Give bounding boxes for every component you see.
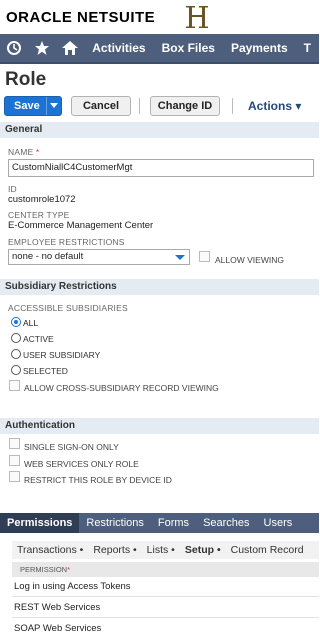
required-marker: * <box>35 147 40 157</box>
nav-payments[interactable]: Payments <box>223 41 296 55</box>
radio-active[interactable] <box>11 333 21 343</box>
name-field[interactable]: CustomNiallC4CustomerMgt <box>8 159 314 177</box>
tab-forms[interactable]: Forms <box>151 513 196 533</box>
single-sign-on-checkbox[interactable] <box>9 438 20 449</box>
radio-selected[interactable] <box>11 365 21 375</box>
web-services-only-label: WEB SERVICES ONLY ROLE <box>24 459 139 469</box>
authentication-section-header[interactable]: Authentication <box>0 418 319 434</box>
employee-restrictions-value: none - no default <box>12 251 84 262</box>
page-title: Role <box>5 69 47 90</box>
row-divider <box>12 617 319 618</box>
web-services-only-checkbox[interactable] <box>9 455 20 466</box>
employee-restrictions-select[interactable]: none - no default <box>8 249 190 265</box>
chevron-down-icon <box>175 255 185 260</box>
change-id-button[interactable]: Change ID <box>150 96 220 116</box>
cancel-button[interactable]: Cancel <box>71 96 131 116</box>
subsidiary-section-header[interactable]: Subsidiary Restrictions <box>0 279 319 295</box>
radio-active-label: ACTIVE <box>23 334 54 344</box>
table-row[interactable]: Log in using Access Tokens <box>12 581 319 592</box>
toolbar-divider <box>232 98 233 114</box>
home-icon[interactable] <box>56 33 84 63</box>
cross-subsidiary-label: ALLOW CROSS-SUBSIDIARY RECORD VIEWING <box>24 383 219 393</box>
tab-searches[interactable]: Searches <box>196 513 256 533</box>
single-sign-on-label: SINGLE SIGN-ON ONLY <box>24 442 119 452</box>
cross-subsidiary-checkbox[interactable] <box>9 380 20 391</box>
restrict-device-checkbox[interactable] <box>9 471 20 482</box>
subtab-reports[interactable]: Reports • <box>88 544 141 556</box>
center-type-label: CENTER TYPE <box>8 210 70 220</box>
brand-oracle: ORACLE <box>6 9 73 26</box>
brand-logo[interactable]: ORACLE NETSUITE <box>6 9 155 26</box>
center-type-value: E-Commerce Management Center <box>8 220 154 231</box>
save-button-label: Save <box>14 100 40 112</box>
table-row[interactable]: SOAP Web Services <box>12 623 319 634</box>
tab-restrictions[interactable]: Restrictions <box>79 513 150 533</box>
allow-viewing-checkbox[interactable] <box>199 251 210 262</box>
toolbar-divider <box>139 98 140 114</box>
permission-column-header[interactable]: PERMISSION* <box>12 562 319 577</box>
radio-user-subsidiary-label: USER SUBSIDIARY <box>23 350 101 360</box>
table-row[interactable]: REST Web Services <box>12 602 319 613</box>
save-button[interactable]: Save <box>4 96 62 116</box>
general-section-header[interactable]: General <box>0 122 319 138</box>
allow-viewing-label: ALLOW VIEWING <box>215 255 284 265</box>
row-divider <box>12 596 319 597</box>
subtab-setup[interactable]: Setup • <box>180 544 226 556</box>
id-value: customrole1072 <box>8 194 76 205</box>
required-marker: * <box>67 565 71 574</box>
tab-users[interactable]: Users <box>257 513 300 533</box>
nav-box-files[interactable]: Box Files <box>154 41 223 55</box>
subtab-transactions[interactable]: Transactions • <box>12 544 88 556</box>
save-dropdown-icon[interactable] <box>46 97 61 115</box>
company-logo-icon <box>186 6 208 28</box>
recent-clock-icon[interactable] <box>0 33 28 63</box>
radio-all[interactable] <box>11 317 21 327</box>
radio-selected-label: SELECTED <box>23 366 68 376</box>
brand-netsuite: NETSUITE <box>77 9 156 26</box>
subtab-lists[interactable]: Lists • <box>142 544 180 556</box>
permission-subtabs: Transactions • Reports • Lists • Setup •… <box>12 541 319 559</box>
name-label: NAME * <box>8 147 40 157</box>
subtab-custom-record[interactable]: Custom Record <box>226 544 309 556</box>
accessible-subsidiaries-label: ACCESSIBLE SUBSIDIARIES <box>8 303 128 313</box>
restrict-device-label: RESTRICT THIS ROLE BY DEVICE ID <box>24 475 172 485</box>
actions-menu[interactable]: Actions ▾ <box>248 99 301 113</box>
main-nav: Activities Box Files Payments T <box>0 34 319 64</box>
id-label: ID <box>8 184 17 194</box>
top-header: ORACLE NETSUITE <box>0 0 319 34</box>
toolbar: Save Cancel Change ID Actions ▾ <box>0 96 319 116</box>
nav-more[interactable]: T <box>296 41 319 55</box>
radio-user-subsidiary[interactable] <box>11 349 21 359</box>
radio-all-label: ALL <box>23 318 39 328</box>
subtab-bar: Permissions Restrictions Forms Searches … <box>0 513 319 533</box>
nav-activities[interactable]: Activities <box>84 41 153 55</box>
employee-restrictions-label: EMPLOYEE RESTRICTIONS <box>8 237 125 247</box>
tab-permissions[interactable]: Permissions <box>0 513 80 533</box>
star-icon[interactable] <box>28 33 56 63</box>
